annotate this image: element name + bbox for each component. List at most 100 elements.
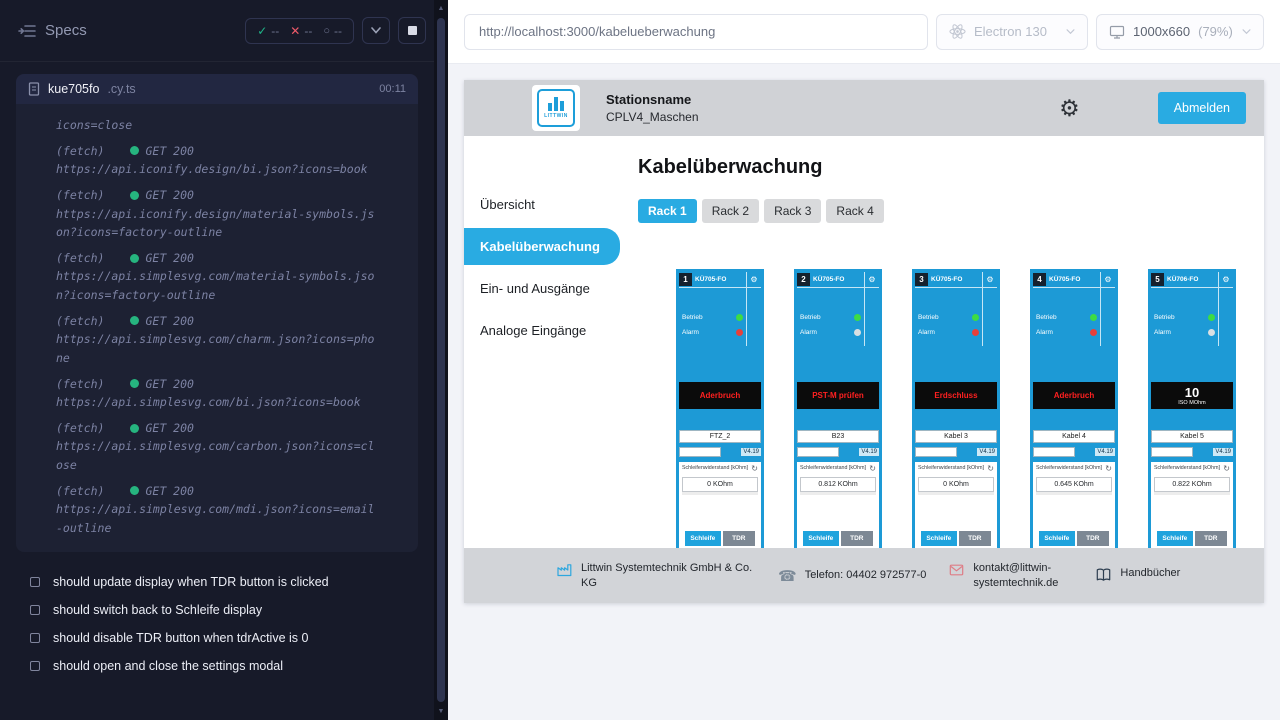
viewport-zoom: (79%) [1198,24,1233,39]
tab-rack-1[interactable]: Rack 1 [638,199,697,223]
viewport-select[interactable]: 1000x660 (79%) [1096,14,1264,50]
measurement-panel: Schleifenwiderstand [kOhm] ↻ 0.645 KOhm … [1033,462,1115,548]
http-status: GET 200 [145,482,193,501]
alarm-row: Alarm [797,329,864,336]
email-text[interactable]: kontakt@littwin-systemtechnik.de [973,561,1073,591]
refresh-icon[interactable]: ↻ [869,465,876,473]
test-list-item[interactable]: should update display when TDR button is… [30,568,434,596]
sidebar-item-kabelueberwachung[interactable]: Kabelüberwachung [464,228,620,265]
device-settings-gear-icon[interactable]: ⚙ [983,272,997,288]
refresh-icon[interactable]: ↻ [751,465,758,473]
resistance-value[interactable]: 0.812 KOhm [800,477,876,492]
mode-buttons: Schleife TDR [918,531,994,547]
firmware-version-label: V4.19 [1213,448,1233,456]
resistance-value[interactable]: 0.645 KOhm [1036,477,1112,492]
cable-name-field: Kabel 4 [1033,430,1115,443]
collapse-button[interactable] [362,17,390,44]
request-url: icons=close [56,116,378,135]
tdr-button[interactable]: TDR [723,531,755,546]
betrieb-row: Betrieb [1033,314,1100,321]
specs-menu-button[interactable]: Specs [18,22,87,39]
fetch-prefix: (fetch) [56,142,104,161]
network-log-entry[interactable]: (fetch) GET 200 https://api.simplesvg.co… [56,375,404,412]
schleife-button[interactable]: Schleife [1157,531,1193,546]
tdr-button[interactable]: TDR [1195,531,1227,546]
mode-buttons: Schleife TDR [800,531,876,547]
sidebar-item-ein-und-ausgaenge[interactable]: Ein- und Ausgänge [464,270,620,307]
tab-rack-4[interactable]: Rack 4 [826,199,883,223]
network-log-entry[interactable]: (fetch) GET 200 https://api.simplesvg.co… [56,419,404,475]
device-card-top: 1 KÜ705-FO Betrieb [679,272,761,346]
littwin-logo: LITTWIN [532,85,580,131]
test-list-item[interactable]: should disable TDR button when tdrActive… [30,624,434,652]
check-icon: ✓ [257,24,267,38]
tdr-button[interactable]: TDR [959,531,991,546]
device-settings-gear-icon[interactable]: ⚙ [1101,272,1115,288]
network-log-entry[interactable]: (fetch) GET 200 https://api.iconify.desi… [56,142,404,179]
refresh-icon[interactable]: ↻ [1223,465,1230,473]
mode-buttons: Schleife TDR [682,531,758,547]
footer-manuals[interactable]: Handbücher [1095,566,1180,586]
refresh-icon[interactable]: ↻ [987,465,994,473]
request-url: https://api.iconify.design/material-symb… [56,205,378,242]
scrollbar-thumb[interactable] [437,18,445,702]
scroll-down-icon[interactable]: ▼ [438,707,445,716]
reporter-scrollbar[interactable]: ▲ ▼ [434,0,448,720]
http-status: GET 200 [145,142,193,161]
logo-skyline-icon [548,97,564,111]
status-dot-icon [130,379,139,388]
url-input[interactable] [464,14,928,50]
status-text: Aderbruch [700,391,740,400]
network-log-entry[interactable]: icons=close [56,116,404,135]
tdr-button[interactable]: TDR [1077,531,1109,546]
schleife-button[interactable]: Schleife [921,531,957,546]
sidebar-item-analoge-eingaenge[interactable]: Analoge Eingänge [464,312,620,349]
test-list-item[interactable]: should open and close the settings modal [30,652,434,680]
spec-header: kue705fo .cy.ts 00:11 [16,74,418,104]
device-settings-gear-icon[interactable]: ⚙ [747,272,761,288]
betrieb-label: Betrieb [800,314,821,321]
device-settings-gear-icon[interactable]: ⚙ [865,272,879,288]
network-log-entry[interactable]: (fetch) GET 200 https://api.simplesvg.co… [56,482,404,538]
kabelueberwachung-app: LITTWIN Stationsname CPLV4_Maschen ⚙ Abm… [464,80,1264,603]
browser-select[interactable]: Electron 130 [936,14,1088,50]
spec-timer: 00:11 [379,83,406,95]
firmware-version-label: V4.19 [741,448,761,456]
schleife-button[interactable]: Schleife [803,531,839,546]
logout-button[interactable]: Abmelden [1158,92,1246,124]
network-log-entry[interactable]: (fetch) GET 200 https://api.iconify.desi… [56,186,404,242]
settings-gear-icon[interactable]: ⚙ [1059,97,1080,120]
resistance-value[interactable]: 0.822 KOhm [1154,477,1230,492]
scroll-up-icon[interactable]: ▲ [438,4,445,13]
app-body: Übersicht Kabelüberwachung Ein- und Ausg… [464,136,1264,548]
test-list: should update display when TDR button is… [0,568,434,680]
spec-file-name[interactable]: kue705fo [48,82,99,96]
refresh-icon[interactable]: ↻ [1105,465,1112,473]
betrieb-row: Betrieb [679,314,746,321]
cable-name-field: Kabel 5 [1151,430,1233,443]
tab-rack-3[interactable]: Rack 3 [764,199,821,223]
network-log-entry[interactable]: (fetch) GET 200 https://api.simplesvg.co… [56,249,404,305]
test-list-item[interactable]: should switch back to Schleife display [30,596,434,624]
aux-field [797,447,839,457]
stop-button[interactable] [398,17,426,44]
schleife-button[interactable]: Schleife [685,531,721,546]
mode-buttons: Schleife TDR [1036,531,1112,547]
request-url: https://api.simplesvg.com/material-symbo… [56,267,378,304]
resistance-value[interactable]: 0 KOhm [682,477,758,492]
schleife-button[interactable]: Schleife [1039,531,1075,546]
chevron-down-icon [1066,29,1075,35]
footer-company: Littwin Systemtechnik GmbH & Co. KG [556,561,756,591]
network-log-entry[interactable]: (fetch) GET 200 https://api.simplesvg.co… [56,312,404,368]
resistance-value[interactable]: 0 KOhm [918,477,994,492]
tab-rack-2[interactable]: Rack 2 [702,199,759,223]
device-settings-gear-icon[interactable]: ⚙ [1219,272,1233,288]
page-title: Kabelüberwachung [638,156,1264,179]
sidebar-item-uebersicht[interactable]: Übersicht [464,186,620,223]
tdr-button[interactable]: TDR [841,531,873,546]
factory-icon [556,562,573,581]
measurement-panel: Schleifenwiderstand [kOhm] ↻ 0.812 KOhm … [797,462,879,548]
status-dot-icon [130,424,139,433]
cypress-reporter-panel: Specs ✓ -- ✕ -- ○ -- [0,0,448,720]
cable-name-field: Kabel 3 [915,430,997,443]
